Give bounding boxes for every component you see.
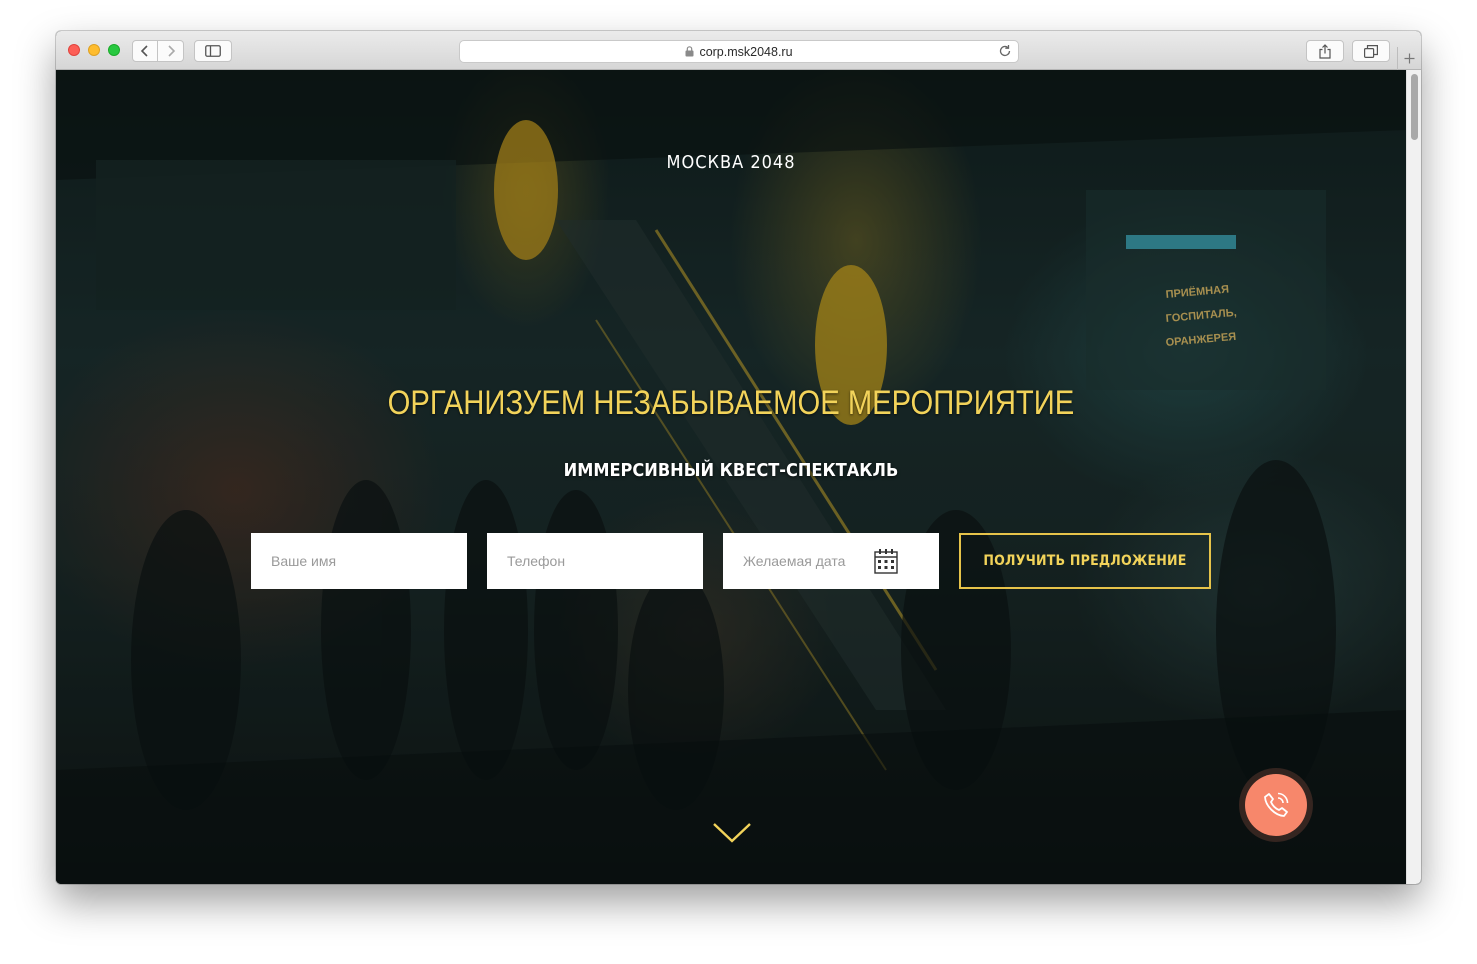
scrollbar-thumb[interactable] (1411, 74, 1418, 140)
lock-icon (685, 46, 694, 57)
hero-section: ПРИЁМНАЯ ГОСПИТАЛЬ, ОРАНЖЕРЕЯ МОСКВА 204… (56, 70, 1406, 884)
share-button[interactable] (1306, 40, 1344, 62)
plus-icon (1404, 53, 1415, 64)
address-bar[interactable]: corp.msk2048.ru (459, 40, 1019, 63)
page-scrollbar[interactable] (1406, 70, 1421, 884)
phone-icon (1264, 792, 1289, 817)
calendar-icon[interactable] (874, 548, 898, 579)
chevron-left-icon (140, 45, 148, 57)
chevron-right-icon (167, 45, 175, 57)
minimize-window-button[interactable] (88, 44, 100, 56)
tabs-overview-button[interactable] (1352, 40, 1390, 62)
hero-subtitle: ИММЕРСИВНЫЙ КВЕСТ-СПЕКТАКЛЬ (563, 460, 899, 481)
close-window-button[interactable] (68, 44, 80, 56)
hero-headline: ОРГАНИЗУЕМ НЕЗАБЫВАЕМОЕ МЕРОПРИЯТИЕ (387, 384, 1075, 422)
reload-icon[interactable] (998, 44, 1012, 61)
callback-button[interactable] (1245, 774, 1307, 836)
forward-button[interactable] (158, 40, 184, 62)
back-button[interactable] (132, 40, 158, 62)
maximize-window-button[interactable] (108, 44, 120, 56)
sidebar-toggle-button[interactable] (194, 40, 232, 62)
brand-title: МОСКВА 2048 (666, 152, 796, 173)
browser-toolbar: corp.msk2048.ru (56, 31, 1421, 70)
date-input[interactable] (723, 533, 939, 589)
url-text: corp.msk2048.ru (699, 44, 793, 59)
chevron-down-icon[interactable] (712, 822, 752, 849)
new-tab-button[interactable] (1397, 47, 1421, 70)
get-offer-button[interactable]: ПОЛУЧИТЬ ПРЕДЛОЖЕНИЕ (959, 533, 1211, 589)
name-input[interactable] (251, 533, 467, 589)
share-icon (1319, 43, 1331, 59)
browser-window: corp.msk2048.ru ПРИЁМНАЯ ГОСПИТАЛЬ, ОРАН… (56, 31, 1421, 884)
phone-input[interactable] (487, 533, 703, 589)
tabs-icon (1364, 44, 1378, 58)
sidebar-icon (205, 45, 221, 57)
